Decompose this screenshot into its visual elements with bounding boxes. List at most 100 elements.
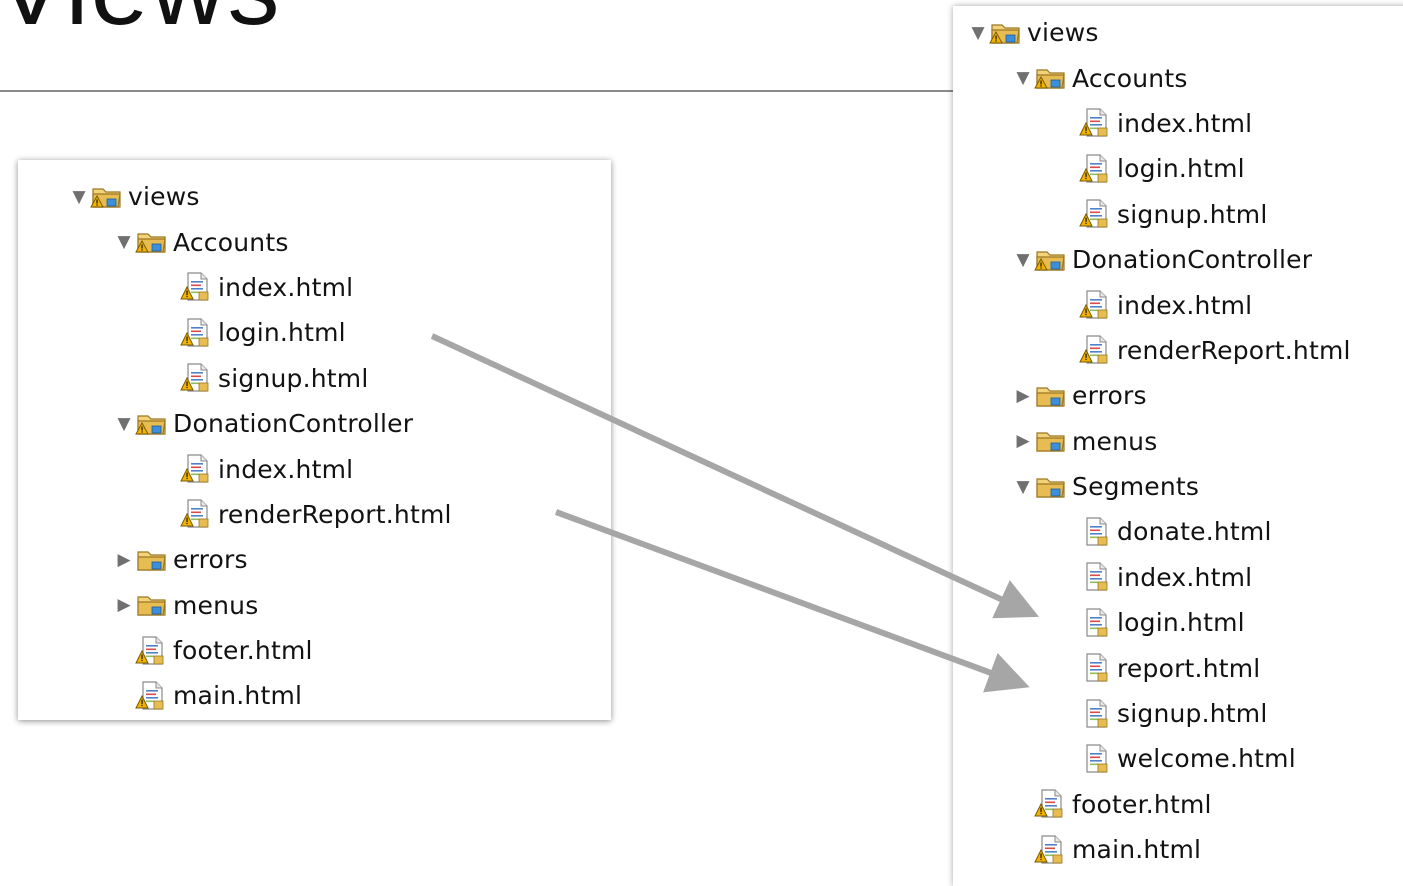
disclosure-triangle-collapsed-icon[interactable]: ▶ [1012, 385, 1034, 407]
warning-folder-icon [135, 225, 169, 259]
tree-item-label: footer.html [1072, 789, 1212, 819]
html-file-icon [1079, 606, 1113, 640]
tree-file-item[interactable]: report.html [953, 645, 1351, 690]
slide-title: Views [0, 0, 282, 49]
warning-html-file-icon [1079, 333, 1113, 367]
tree-folder-item[interactable]: ▶ menus [18, 583, 452, 628]
tree-item-label: errors [1072, 381, 1147, 411]
warning-html-file-icon [180, 316, 214, 350]
warning-html-file-icon [180, 361, 214, 395]
folder-icon [1034, 424, 1068, 458]
tree-file-item[interactable]: login.html [18, 310, 452, 355]
tree-item-label: Segments [1072, 472, 1200, 502]
disclosure-triangle-expanded-icon[interactable]: ▼ [1012, 67, 1034, 89]
tree-item-label: renderReport.html [218, 499, 452, 529]
html-file-icon [1079, 742, 1113, 776]
tree-item-label: renderReport.html [1117, 335, 1351, 365]
tree-item-label: main.html [173, 681, 303, 711]
tree-folder-item[interactable]: ▼ DonationController [18, 401, 452, 446]
disclosure-triangle-collapsed-icon[interactable]: ▶ [113, 594, 135, 616]
warning-folder-icon [1034, 61, 1068, 95]
tree-folder-item[interactable]: ▼ Segments [953, 464, 1351, 509]
warning-folder-icon [989, 16, 1023, 50]
disclosure-triangle-expanded-icon[interactable]: ▼ [1012, 476, 1034, 498]
tree-file-item[interactable]: footer.html [953, 782, 1351, 827]
tree-file-item[interactable]: signup.html [953, 691, 1351, 736]
tree-file-item[interactable]: main.html [953, 827, 1351, 872]
tree-item-label: index.html [218, 454, 354, 484]
tree-file-item[interactable]: login.html [953, 600, 1351, 645]
project-tree-before: ▼ views ▼ Accounts index.html login.html signu… [18, 160, 611, 720]
tree-item-label: signup.html [1117, 199, 1268, 229]
tree-item-label: login.html [1117, 154, 1245, 184]
disclosure-triangle-expanded-icon[interactable]: ▼ [1012, 249, 1034, 271]
folder-icon [1034, 470, 1068, 504]
html-file-icon [1079, 515, 1113, 549]
warning-folder-icon [135, 407, 169, 441]
partial-folder-icon [106, 160, 134, 166]
tree-item-label: DonationController [173, 409, 414, 439]
warning-html-file-icon [135, 634, 169, 668]
disclosure-triangle-expanded-icon[interactable]: ▼ [113, 231, 135, 253]
tree-file-item[interactable]: login.html [953, 146, 1351, 191]
warning-folder-icon [1034, 243, 1068, 277]
tree-item-label: DonationController [1072, 245, 1313, 275]
tree-item-label: menus [173, 590, 259, 620]
tree-folder-item[interactable]: ▶ menus [953, 419, 1351, 464]
warning-folder-icon [90, 180, 124, 214]
html-file-icon [1079, 560, 1113, 594]
tree-item-label: Accounts [1072, 63, 1188, 93]
tree-item-label: index.html [1117, 562, 1253, 592]
disclosure-triangle-expanded-icon[interactable]: ▼ [967, 22, 989, 44]
tree-item-label: signup.html [1117, 699, 1268, 729]
tree-item-label: login.html [1117, 608, 1245, 638]
tree-item-label: Accounts [173, 227, 289, 257]
warning-html-file-icon [180, 497, 214, 531]
tree-folder-item[interactable]: ▼ views [18, 174, 452, 219]
tree-item-label: login.html [218, 318, 346, 348]
html-file-icon [1079, 697, 1113, 731]
tree-item-label: errors [173, 545, 248, 575]
tree-folder-item[interactable]: ▼ DonationController [953, 237, 1351, 282]
folder-icon [135, 588, 169, 622]
tree-file-item[interactable]: index.html [18, 446, 452, 491]
warning-html-file-icon [1034, 787, 1068, 821]
disclosure-triangle-collapsed-icon[interactable]: ▶ [1012, 430, 1034, 452]
tree-file-item[interactable]: signup.html [18, 356, 452, 401]
tree-file-item[interactable]: renderReport.html [18, 492, 452, 537]
tree-folder-item[interactable]: ▶ errors [18, 537, 452, 582]
tree-list-after: ▼ views ▼ Accounts index.html login.html signu… [953, 10, 1351, 872]
tree-item-label: index.html [1117, 290, 1253, 320]
warning-html-file-icon [1079, 197, 1113, 231]
project-tree-after: ▼ views ▼ Accounts index.html login.html signu… [953, 6, 1403, 886]
tree-file-item[interactable]: renderReport.html [953, 328, 1351, 373]
tree-folder-item[interactable]: ▼ Accounts [953, 55, 1351, 100]
tree-file-item[interactable]: donate.html [953, 509, 1351, 554]
tree-file-item[interactable]: main.html [18, 673, 452, 718]
tree-item-label: main.html [1072, 835, 1202, 865]
tree-file-item[interactable]: welcome.html [953, 736, 1351, 781]
tree-item-label: index.html [1117, 108, 1253, 138]
folder-icon [135, 543, 169, 577]
tree-file-item[interactable]: index.html [953, 555, 1351, 600]
tree-item-label: views [128, 182, 200, 212]
tree-folder-item[interactable]: ▼ views [953, 10, 1351, 55]
tree-list-before: ▼ views ▼ Accounts index.html login.html signu… [18, 174, 452, 719]
tree-item-label: welcome.html [1117, 744, 1296, 774]
tree-folder-item[interactable]: ▼ Accounts [18, 219, 452, 264]
tree-file-item[interactable]: signup.html [953, 192, 1351, 237]
folder-icon [1034, 379, 1068, 413]
warning-html-file-icon [180, 452, 214, 486]
disclosure-triangle-expanded-icon[interactable]: ▼ [113, 413, 135, 435]
html-file-icon [1079, 651, 1113, 685]
tree-file-item[interactable]: index.html [953, 282, 1351, 327]
tree-file-item[interactable]: index.html [953, 101, 1351, 146]
tree-folder-item[interactable]: ▶ errors [953, 373, 1351, 418]
warning-html-file-icon [1079, 152, 1113, 186]
disclosure-triangle-expanded-icon[interactable]: ▼ [68, 186, 90, 208]
tree-item-label: donate.html [1117, 517, 1272, 547]
tree-file-item[interactable]: footer.html [18, 628, 452, 673]
tree-item-label: signup.html [218, 363, 369, 393]
disclosure-triangle-collapsed-icon[interactable]: ▶ [113, 549, 135, 571]
tree-file-item[interactable]: index.html [18, 265, 452, 310]
